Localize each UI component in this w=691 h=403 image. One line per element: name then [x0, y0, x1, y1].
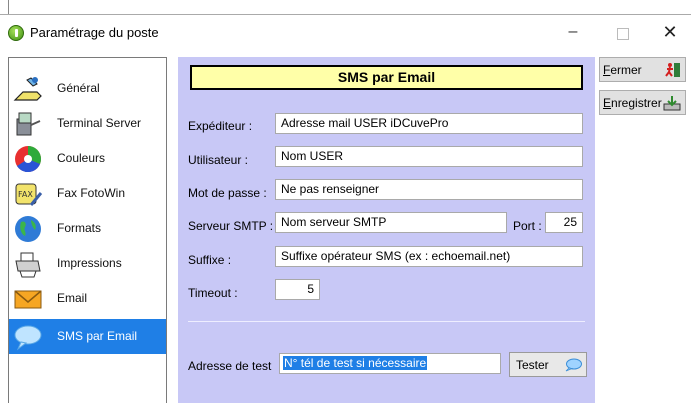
envelope-icon [14, 290, 42, 309]
fax-icon: FAX [15, 183, 43, 206]
sidebar-item-label: Terminal Server [57, 116, 142, 130]
sidebar-item-formats[interactable]: Formats [9, 211, 166, 246]
sidebar-item-email[interactable]: Email [9, 281, 166, 316]
enregistrer-accesskey: E [603, 96, 612, 110]
sign-arrow-icon [13, 77, 42, 101]
sidebar-item-fax-fotowin[interactable]: FAX Fax FotoWin [9, 176, 166, 211]
suffixe-label: Suffixe : [188, 253, 232, 267]
sidebar-item-general[interactable]: Général [9, 71, 166, 106]
exit-icon [665, 63, 680, 77]
utilisateur-label: Utilisateur : [188, 153, 249, 167]
timeout-label: Timeout : [188, 286, 238, 300]
sidebar-item-label: Formats [57, 221, 102, 235]
save-icon [663, 96, 681, 111]
test-address-input[interactable]: N° tél de test si nécessaire [279, 353, 501, 374]
window-title: Paramétrage du poste [30, 25, 159, 40]
sidebar-item-couleurs[interactable]: Couleurs [9, 141, 166, 176]
serveur-smtp-field[interactable]: Nom serveur SMTP [275, 212, 507, 233]
sidebar-item-label: SMS par Email [57, 329, 138, 343]
background-window-titlebar [0, 0, 691, 14]
port-field[interactable]: 25 [545, 212, 583, 233]
app-icon [8, 25, 24, 41]
panel-title: SMS par Email [190, 65, 583, 90]
server-icon [16, 112, 41, 136]
tester-button-label: Tester [516, 358, 549, 372]
printer-icon [15, 252, 41, 278]
svg-text:FAX: FAX [18, 190, 33, 199]
speech-bubble-icon [14, 325, 42, 351]
sidebar-item-label: Impressions [57, 256, 122, 270]
minimize-button[interactable]: – [555, 21, 591, 45]
maximize-button [605, 21, 641, 45]
sidebar-item-terminal-server[interactable]: Terminal Server [9, 106, 166, 141]
utilisateur-field[interactable]: Nom USER [275, 146, 583, 167]
mot-de-passe-field[interactable]: Ne pas renseigner [275, 179, 583, 200]
color-wheel-icon [15, 146, 41, 173]
window-titlebar: Paramétrage du poste – ✕ [0, 15, 691, 51]
mot-de-passe-label: Mot de passe : [188, 186, 267, 200]
sidebar-item-sms-par-email[interactable]: SMS par Email [9, 319, 166, 354]
sidebar-item-impressions[interactable]: Impressions [9, 246, 166, 281]
enregistrer-label: nregistrer [611, 96, 662, 110]
tester-button[interactable]: Tester [509, 352, 587, 377]
fermer-button[interactable]: Fermer [599, 57, 686, 82]
sidebar-item-label: Général [57, 81, 100, 95]
sidebar-item-label: Couleurs [57, 151, 106, 165]
test-address-value: N° tél de test si nécessaire [283, 356, 428, 370]
expediteur-label: Expéditeur : [188, 119, 253, 133]
port-label: Port : [513, 219, 542, 233]
sms-settings-panel: SMS par Email Expéditeur : Adresse mail … [178, 57, 595, 403]
expediteur-field[interactable]: Adresse mail USER iDCuvePro [275, 113, 583, 134]
sidebar-item-label: Email [57, 291, 88, 305]
enregistrer-button[interactable]: Enregistrer [599, 90, 686, 115]
suffixe-field[interactable]: Suffixe opérateur SMS (ex : echoemail.ne… [275, 246, 583, 267]
separator [188, 321, 585, 322]
globe-icon [15, 216, 41, 242]
speech-bubble-icon [565, 358, 582, 372]
settings-window: Paramétrage du poste – ✕ Général Termina… [0, 14, 691, 403]
timeout-field[interactable]: 5 [275, 279, 320, 300]
fermer-label: ermer [610, 63, 642, 77]
sidebar-nav: Général Terminal Server Couleurs FAX Fax… [8, 57, 167, 403]
test-address-label: Adresse de test [188, 359, 272, 373]
serveur-smtp-label: Serveur SMTP : [188, 219, 274, 233]
sidebar-item-label: Fax FotoWin [57, 186, 126, 200]
close-button[interactable]: ✕ [652, 21, 688, 45]
